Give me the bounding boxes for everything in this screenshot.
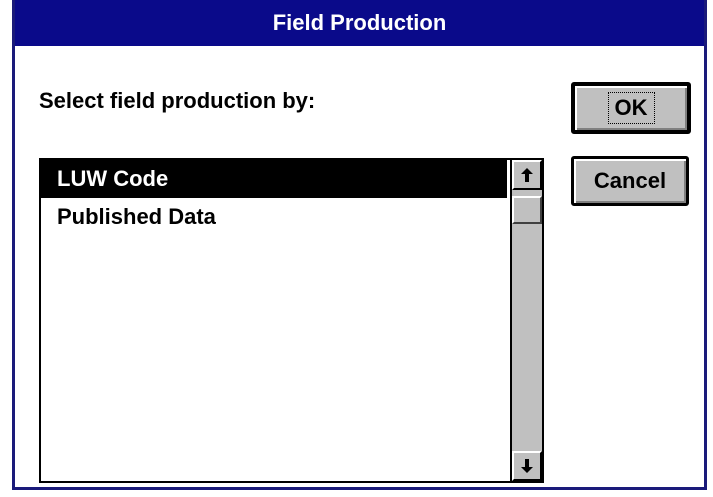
down-arrow-icon [521, 459, 533, 473]
field-production-listbox[interactable]: LUW Code Published Data [39, 158, 544, 483]
ok-button-label: OK [607, 92, 655, 124]
window-title: Field Production [272, 10, 447, 35]
list-item-published-data[interactable]: Published Data [41, 198, 507, 236]
field-production-dialog: Field Production Select field production… [12, 0, 707, 490]
list-item-luw-code[interactable]: LUW Code [41, 160, 507, 198]
list-items: LUW Code Published Data [41, 160, 507, 481]
up-arrow-icon [521, 168, 533, 182]
scroll-thumb[interactable] [512, 196, 542, 224]
scroll-up-button[interactable] [512, 160, 542, 190]
cancel-button-label: Cancel [593, 168, 667, 193]
title-bar[interactable]: Field Production [15, 0, 704, 46]
vertical-scrollbar[interactable] [510, 160, 542, 481]
scroll-down-button[interactable] [512, 451, 542, 481]
ok-button[interactable]: OK [571, 82, 691, 134]
select-label: Select field production by: [39, 88, 316, 113]
cancel-button[interactable]: Cancel [571, 156, 689, 206]
